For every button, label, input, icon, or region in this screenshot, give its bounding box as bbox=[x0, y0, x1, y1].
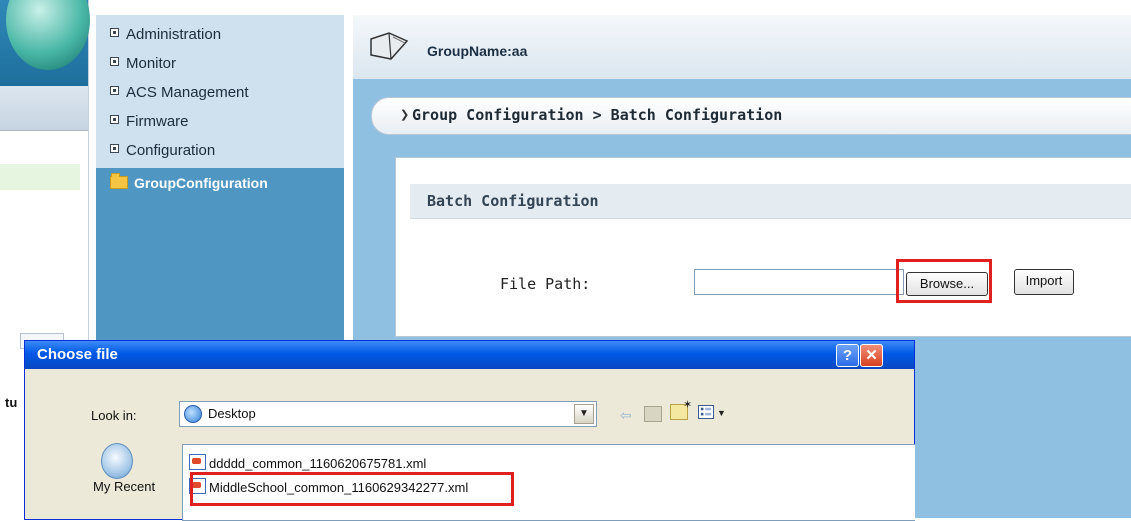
places-item-my-recent[interactable]: My Recent bbox=[93, 479, 155, 494]
file-path-input[interactable] bbox=[694, 269, 904, 295]
dialog-titlebar[interactable]: Choose file ? ✕ bbox=[25, 341, 914, 369]
sidebar-item-acs-management[interactable]: ACS Management bbox=[110, 82, 249, 104]
bullet-icon bbox=[110, 86, 119, 95]
batch-configuration-panel: Batch Configuration File Path: Browse...… bbox=[395, 157, 1131, 337]
group-icon bbox=[370, 32, 409, 60]
sidebar-item-label: GroupConfiguration bbox=[134, 175, 268, 191]
close-button[interactable]: ✕ bbox=[860, 344, 883, 367]
import-button[interactable]: Import bbox=[1014, 269, 1074, 295]
sidebar-item-configuration[interactable]: Configuration bbox=[110, 140, 215, 162]
file-highlight-box bbox=[190, 472, 514, 506]
bullet-icon bbox=[110, 144, 119, 153]
file-list-item[interactable]: ddddd_common_1160620675781.xml bbox=[189, 454, 426, 472]
sidebar-item-monitor[interactable]: Monitor bbox=[110, 53, 176, 75]
look-in-select[interactable]: Desktop ▼ bbox=[179, 401, 597, 427]
bullet-icon bbox=[110, 28, 119, 37]
browse-button[interactable]: Browse... bbox=[906, 272, 988, 296]
xml-file-icon bbox=[189, 454, 206, 470]
look-in-label: Look in: bbox=[91, 408, 137, 423]
panel-title-bar: Batch Configuration bbox=[410, 184, 1131, 219]
group-name: GroupName:aa bbox=[427, 43, 528, 59]
sidebar-item-administration[interactable]: Administration bbox=[110, 24, 221, 46]
up-folder-icon[interactable] bbox=[644, 406, 662, 422]
file-path-label: File Path: bbox=[500, 275, 591, 293]
sidebar-item-label: Administration bbox=[126, 26, 222, 43]
sidebar-item-group-configuration[interactable]: GroupConfiguration bbox=[110, 172, 268, 194]
sidebar-item-label: Firmware bbox=[126, 113, 189, 130]
sidebar-item-firmware[interactable]: Firmware bbox=[110, 111, 189, 133]
group-header: GroupName:aa bbox=[353, 15, 1131, 79]
background-text-fragment: tu bbox=[5, 395, 18, 410]
breadcrumb-text: Group Configuration > Batch Configuratio… bbox=[412, 106, 783, 124]
sidebar-menu: Administration Monitor ACS Management Fi… bbox=[96, 15, 344, 168]
sidebar-item-label: Monitor bbox=[126, 55, 177, 72]
sidebar-item-label: ACS Management bbox=[126, 84, 249, 101]
new-folder-spark-icon: ✶ bbox=[683, 399, 693, 411]
breadcrumb: ❯ Group Configuration > Batch Configurat… bbox=[371, 97, 1131, 135]
chevron-down-icon[interactable]: ▼ bbox=[717, 408, 726, 418]
background-app-band bbox=[0, 86, 88, 131]
chevron-down-icon[interactable]: ▼ bbox=[574, 404, 594, 424]
choose-file-dialog: Choose file ? ✕ Look in: Desktop ▼ ⇦ ✶ ▼… bbox=[24, 340, 915, 521]
bullet-icon bbox=[110, 57, 119, 66]
desktop-icon bbox=[184, 405, 202, 423]
my-recent-icon[interactable] bbox=[101, 443, 133, 479]
folder-icon bbox=[110, 173, 128, 189]
file-name: ddddd_common_1160620675781.xml bbox=[209, 456, 427, 471]
background-app-row bbox=[0, 164, 80, 190]
panel-title: Batch Configuration bbox=[427, 192, 599, 210]
look-in-value: Desktop bbox=[208, 406, 256, 421]
dialog-title: Choose file bbox=[37, 346, 118, 363]
view-menu-icon[interactable] bbox=[698, 405, 714, 419]
sidebar-item-label: Configuration bbox=[126, 142, 216, 159]
help-button[interactable]: ? bbox=[836, 344, 859, 367]
bullet-icon bbox=[110, 115, 119, 124]
back-icon[interactable]: ⇦ bbox=[620, 407, 632, 424]
breadcrumb-arrow-icon: ❯ bbox=[400, 109, 410, 121]
